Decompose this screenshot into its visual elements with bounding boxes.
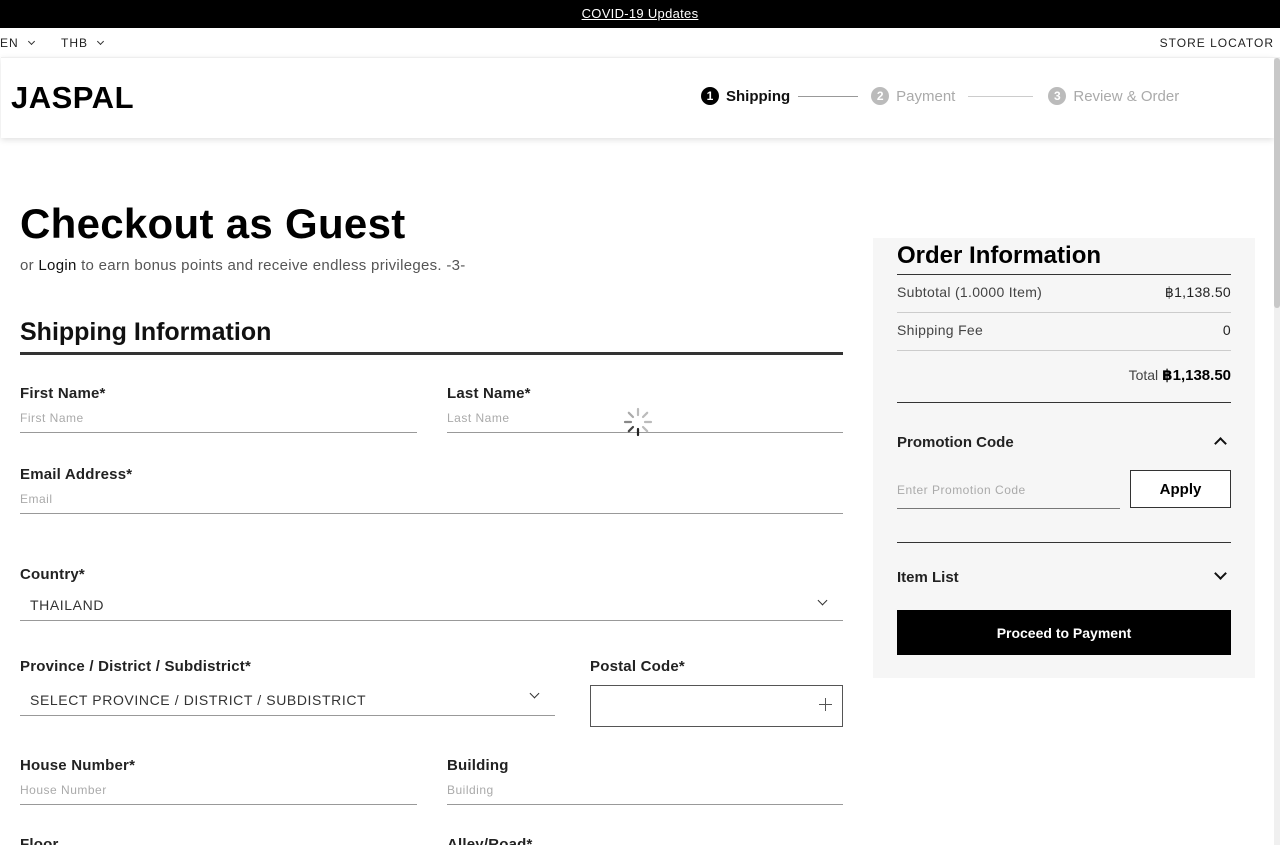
step-label: Review & Order <box>1073 87 1180 105</box>
total-value: ฿1,138.50 <box>1162 367 1231 384</box>
login-prompt-prefix: or <box>20 257 34 274</box>
first-name-label: First Name* <box>20 385 106 402</box>
login-link[interactable]: Login <box>38 257 76 274</box>
section-divider <box>20 352 843 355</box>
email-label: Email Address* <box>20 466 133 483</box>
plus-icon[interactable] <box>819 698 832 711</box>
apply-button[interactable]: Apply <box>1130 470 1231 508</box>
step-divider <box>798 95 859 97</box>
chevron-down-icon <box>96 37 105 46</box>
step-divider <box>968 95 1034 97</box>
province-select[interactable]: SELECT PROVINCE / DISTRICT / SUBDISTRICT <box>20 675 555 716</box>
step-shipping: 1 Shipping <box>701 87 790 105</box>
shipping-section-title: Shipping Information <box>20 318 272 346</box>
chevron-down-icon <box>1214 567 1227 580</box>
step-number: 1 <box>701 87 719 105</box>
postal-code-field: Postal Code* <box>590 658 843 727</box>
building-input[interactable] <box>447 774 843 805</box>
house-number-label: House Number* <box>20 757 136 774</box>
house-number-input[interactable] <box>20 774 417 805</box>
country-value: THAILAND <box>30 597 105 613</box>
logo[interactable]: JASPAL <box>11 80 134 116</box>
proceed-to-payment-button[interactable]: Proceed to Payment <box>897 610 1231 655</box>
alley-label: Alley/Road* <box>447 836 533 845</box>
province-value: SELECT PROVINCE / DISTRICT / SUBDISTRICT <box>30 692 367 708</box>
step-number: 3 <box>1048 87 1067 105</box>
country-select[interactable]: THAILAND <box>20 583 843 621</box>
step-number: 2 <box>871 87 890 105</box>
postal-code-input[interactable] <box>590 685 843 727</box>
first-name-field: First Name* <box>20 385 417 433</box>
promotion-code-label: Promotion Code <box>897 434 1014 451</box>
divider <box>897 542 1231 543</box>
step-review: 3 Review & Order <box>1048 87 1179 105</box>
shipping-fee-value: 0 <box>1222 322 1231 338</box>
language-selector[interactable]: EN <box>0 36 35 50</box>
item-list-label: Item List <box>897 569 959 586</box>
loading-spinner-icon <box>623 407 653 437</box>
login-prompt: or Login to earn bonus points and receiv… <box>20 257 466 274</box>
utility-bar: EN THB STORE LOCATOR <box>0 28 1280 57</box>
promotion-code-toggle[interactable]: Promotion Code <box>897 434 1231 451</box>
floor-field: Floor <box>20 836 417 845</box>
divider <box>897 402 1231 403</box>
scrollbar-thumb[interactable] <box>1274 58 1280 308</box>
country-label: Country* <box>20 566 85 583</box>
floor-label: Floor <box>20 836 59 845</box>
chevron-down-icon <box>817 595 828 606</box>
province-field: Province / District / Subdistrict* SELEC… <box>20 658 555 716</box>
total-row: Total ฿1,138.50 <box>897 366 1231 384</box>
shipping-fee-row: Shipping Fee 0 <box>897 322 1231 338</box>
alley-field: Alley/Road* <box>447 836 843 845</box>
divider <box>897 350 1231 351</box>
shipping-fee-label: Shipping Fee <box>897 322 984 338</box>
building-field: Building <box>447 757 843 805</box>
postal-code-label: Postal Code* <box>590 658 685 675</box>
first-name-input[interactable] <box>20 402 417 433</box>
email-input[interactable] <box>20 483 843 514</box>
order-summary-panel: Order Information Subtotal (1.0000 Item)… <box>873 238 1255 678</box>
step-payment: 2 Payment <box>871 87 955 105</box>
divider <box>897 312 1231 313</box>
chevron-down-icon <box>529 688 540 699</box>
email-field: Email Address* <box>20 466 843 514</box>
order-info-title: Order Information <box>897 242 1102 269</box>
site-header: JASPAL 1 Shipping 2 Payment 3 Review & O… <box>1 57 1274 138</box>
login-prompt-suffix: to earn bonus points and receive endless… <box>81 257 466 274</box>
page-title: Checkout as Guest <box>20 200 406 247</box>
subtotal-value: ฿1,138.50 <box>1164 284 1231 300</box>
total-label: Total <box>1128 367 1159 383</box>
announcement-bar: COVID-19 Updates <box>0 0 1280 28</box>
last-name-label: Last Name* <box>447 385 531 402</box>
province-label: Province / District / Subdistrict* <box>20 658 252 675</box>
subtotal-row: Subtotal (1.0000 Item) ฿1,138.50 <box>897 284 1231 301</box>
subtotal-label: Subtotal (1.0000 Item) <box>897 284 1043 300</box>
currency-label: THB <box>61 36 88 50</box>
step-label: Payment <box>896 87 956 105</box>
chevron-down-icon <box>27 37 35 46</box>
promotion-code-input[interactable] <box>897 476 1120 509</box>
house-number-field: House Number* <box>20 757 417 805</box>
checkout-steps: 1 Shipping 2 Payment 3 Review & Order <box>701 87 1179 105</box>
country-field: Country* THAILAND <box>20 566 843 621</box>
language-label: EN <box>0 36 19 50</box>
currency-selector[interactable]: THB <box>61 36 105 50</box>
divider <box>897 274 1231 275</box>
step-label: Shipping <box>726 87 791 105</box>
store-locator-link[interactable]: STORE LOCATOR <box>1160 36 1274 50</box>
building-label: Building <box>447 757 509 774</box>
chevron-up-icon <box>1214 437 1227 450</box>
item-list-toggle[interactable]: Item List <box>897 567 1231 586</box>
covid-updates-link[interactable]: COVID-19 Updates <box>582 6 699 21</box>
